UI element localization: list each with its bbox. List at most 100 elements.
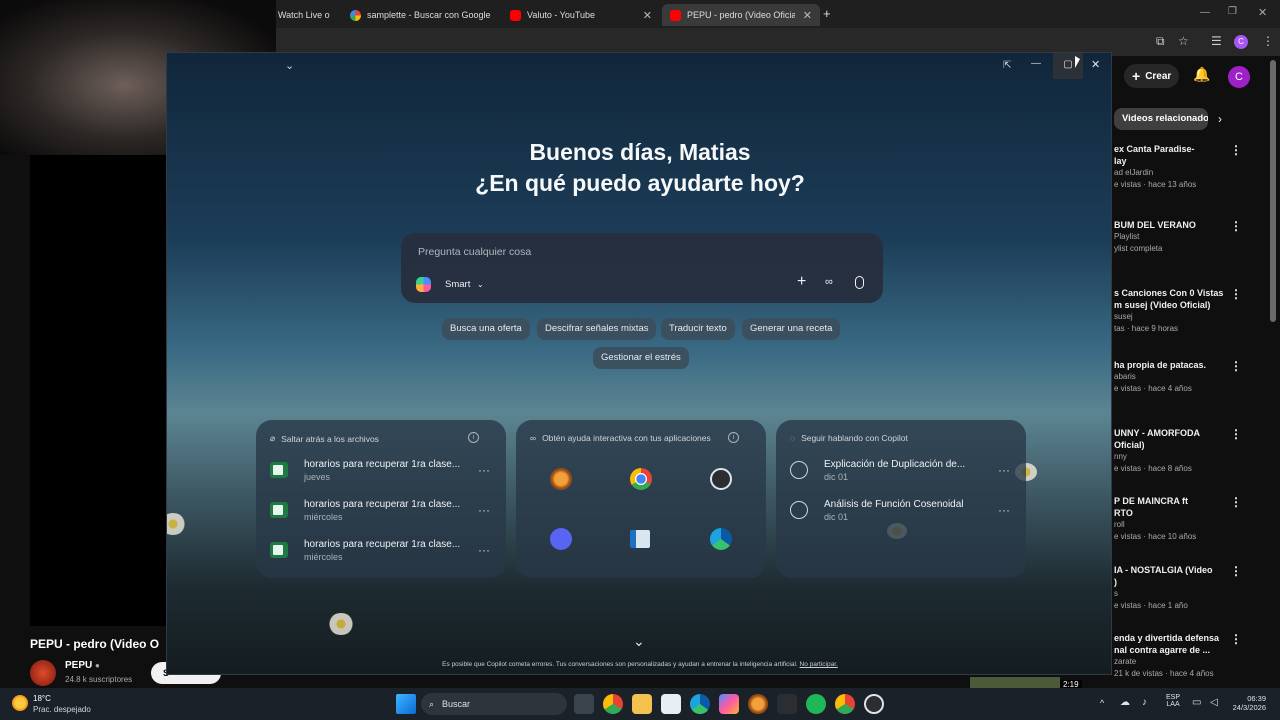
add-attachment-icon[interactable]: + <box>797 273 806 291</box>
more-options-icon[interactable]: ··· <box>476 543 492 557</box>
tab-valuto-youtube[interactable]: Valuto - YouTube ✕ <box>502 4 660 26</box>
more-options-icon[interactable]: ··· <box>996 463 1012 477</box>
chrome-profile-icon[interactable] <box>835 694 855 714</box>
browser-profile-avatar[interactable]: C <box>1234 35 1248 49</box>
scroll-down-chevron-icon[interactable]: ⌄ <box>633 633 645 650</box>
tab-google-search[interactable]: samplette - Buscar con Google ✕ <box>342 4 500 26</box>
more-options-icon[interactable]: ⋮ <box>1230 632 1242 646</box>
prompt-input[interactable]: Pregunta cualquier cosa <box>418 246 531 258</box>
more-options-icon[interactable]: ··· <box>476 503 492 517</box>
video-player[interactable] <box>30 150 166 626</box>
language-indicator[interactable]: ESP LAA <box>1166 694 1180 708</box>
fl-studio-icon[interactable] <box>550 468 572 490</box>
file-explorer-icon[interactable] <box>632 694 652 714</box>
weather-sun-icon[interactable] <box>12 695 28 711</box>
list-item[interactable]: P DE MAINCRA ft RTO roll e vistas · hace… <box>1114 495 1234 543</box>
channel-avatar[interactable] <box>30 660 56 686</box>
vision-glasses-icon[interactable]: ∞ <box>825 276 833 288</box>
close-window-icon[interactable]: ✕ <box>1258 6 1267 19</box>
more-options-icon[interactable]: ⋮ <box>1230 287 1242 301</box>
related-title: enda y divertida defensa <box>1114 633 1220 643</box>
suggestion-chip[interactable]: Traducir texto <box>661 318 735 340</box>
more-options-icon[interactable]: ⋮ <box>1230 564 1242 578</box>
mode-selector[interactable]: Smart ⌄ <box>437 275 492 295</box>
close-icon[interactable]: ✕ <box>635 9 652 22</box>
window-app-icon[interactable] <box>630 530 650 548</box>
related-videos-chip[interactable]: Videos relacionado <box>1114 108 1208 130</box>
store-icon[interactable] <box>661 694 681 714</box>
windows-start-icon[interactable] <box>396 694 416 714</box>
install-app-icon[interactable]: ⧉ <box>1156 34 1165 49</box>
chat-row[interactable]: Análisis de Función Cosenoidal dic 01 ··… <box>790 494 1012 526</box>
restore-window-icon[interactable]: ❐ <box>1228 6 1237 17</box>
popout-icon[interactable]: ⇱ <box>1003 60 1011 71</box>
close-icon[interactable]: ✕ <box>491 9 500 22</box>
spotify-icon[interactable] <box>806 694 826 714</box>
suggestion-chip[interactable]: Generar una receta <box>742 318 841 340</box>
channel-name[interactable]: PEPU ● <box>65 660 100 671</box>
chrome-icon[interactable] <box>630 468 652 490</box>
opt-out-link[interactable]: No participar. <box>800 661 838 668</box>
related-channel: s <box>1114 589 1118 598</box>
microphone-icon[interactable] <box>855 276 864 289</box>
create-button[interactable]: + Crear <box>1124 64 1180 88</box>
menu-kebab-icon[interactable]: ⋮ <box>1262 34 1274 48</box>
more-options-icon[interactable]: ⋮ <box>1230 219 1242 233</box>
list-item[interactable]: UNNY - AMORFODA Oficial) nny e vistas · … <box>1114 427 1234 475</box>
discord-icon[interactable] <box>550 528 572 550</box>
edge-icon[interactable] <box>690 694 710 714</box>
volume-icon[interactable]: ◁ <box>1210 697 1218 708</box>
scrollbar[interactable] <box>1270 60 1276 322</box>
microphone-icon[interactable]: ♪ <box>1142 697 1147 708</box>
weather-desc: Prac. despejado <box>33 705 91 714</box>
chevron-right-icon[interactable]: › <box>1218 112 1222 126</box>
list-item[interactable]: ex Canta Paradise- lay ad elJardin e vis… <box>1114 143 1234 191</box>
video-thumbnail[interactable] <box>970 677 1060 688</box>
live-app-icon[interactable] <box>777 694 797 714</box>
reading-list-icon[interactable]: ☰ <box>1211 34 1222 48</box>
more-options-icon[interactable]: ⋮ <box>1230 143 1242 157</box>
notifications-bell-icon[interactable]: 🔔 <box>1193 66 1210 83</box>
chevron-down-icon[interactable]: ⌄ <box>285 59 294 72</box>
bookmark-star-icon[interactable]: ☆ <box>1178 34 1189 48</box>
minimize-icon[interactable]: — <box>1031 58 1041 69</box>
task-view-icon[interactable] <box>574 694 594 714</box>
more-options-icon[interactable]: ··· <box>476 463 492 477</box>
close-icon[interactable]: ✕ <box>795 9 812 22</box>
chrome-icon[interactable] <box>603 694 623 714</box>
network-icon[interactable]: ▭ <box>1192 697 1201 708</box>
show-hidden-icons-icon[interactable]: ^ <box>1100 698 1104 708</box>
onedrive-icon[interactable]: ☁ <box>1120 697 1130 708</box>
file-row[interactable]: horarios para recuperar 1ra clase... mié… <box>270 494 492 526</box>
close-icon[interactable]: ✕ <box>1091 58 1100 71</box>
suggestion-chip[interactable]: Descifrar señales mixtas <box>537 318 657 340</box>
more-options-icon[interactable]: ··· <box>996 503 1012 517</box>
more-options-icon[interactable]: ⋮ <box>1230 495 1242 509</box>
copilot-icon[interactable] <box>719 694 739 714</box>
clock[interactable]: 06:39 24/3/2026 <box>1228 694 1266 712</box>
tab-watch-live[interactable]: Watch Live o ✕ <box>270 4 330 26</box>
minimize-window-icon[interactable]: — <box>1200 7 1210 18</box>
list-item[interactable]: BUM DEL VERANO Playlist ylist completa <box>1114 219 1234 255</box>
obs-icon[interactable] <box>710 468 732 490</box>
new-tab-button[interactable]: + <box>823 6 831 21</box>
info-icon[interactable]: i <box>728 432 739 443</box>
fl-studio-icon[interactable] <box>748 694 768 714</box>
file-row[interactable]: horarios para recuperar 1ra clase... jue… <box>270 454 492 486</box>
more-options-icon[interactable]: ⋮ <box>1230 359 1242 373</box>
tab-pepu-youtube[interactable]: PEPU - pedro (Video Oficial) - Y ✕ <box>662 4 820 26</box>
chat-row[interactable]: Explicación de Duplicación de... dic 01 … <box>790 454 1012 486</box>
youtube-avatar[interactable]: C <box>1228 66 1250 88</box>
info-icon[interactable]: i <box>468 432 479 443</box>
list-item[interactable]: enda y divertida defensa nal contra agar… <box>1114 632 1234 680</box>
edge-icon[interactable] <box>710 528 732 550</box>
list-item[interactable]: s Canciones Con 0 Vistas m susej (Video … <box>1114 287 1234 335</box>
obs-icon[interactable] <box>864 694 884 714</box>
list-item[interactable]: ha propia de patacas. abaris e vistas · … <box>1114 359 1234 395</box>
file-row[interactable]: horarios para recuperar 1ra clase... mié… <box>270 534 492 566</box>
suggestion-chip[interactable]: Busca una oferta <box>442 318 530 340</box>
list-item[interactable]: IA - NOSTALGIA (Video ) s e vistas · hac… <box>1114 564 1234 612</box>
taskbar-search[interactable]: ⌕ Buscar <box>421 693 567 715</box>
more-options-icon[interactable]: ⋮ <box>1230 427 1242 441</box>
suggestion-chip[interactable]: Gestionar el estrés <box>593 347 689 369</box>
